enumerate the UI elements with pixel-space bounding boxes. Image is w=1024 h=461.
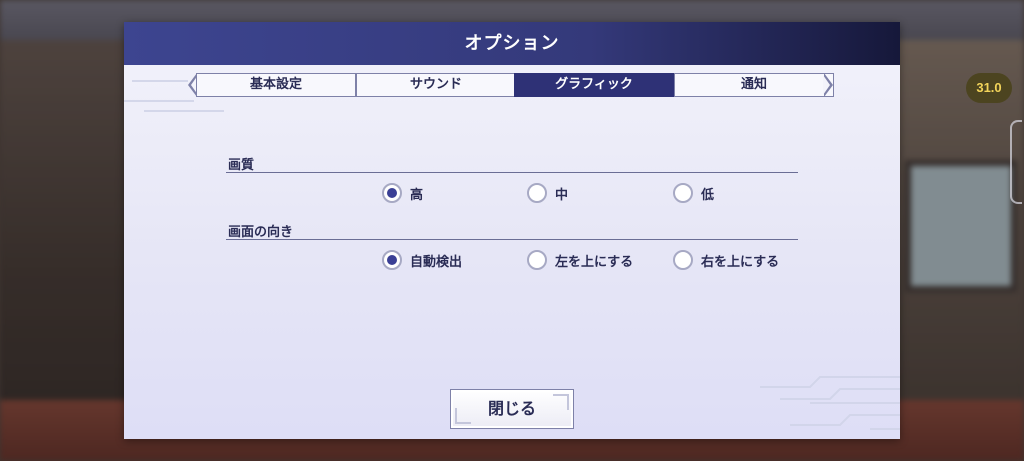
- tab-graphics[interactable]: グラフィック: [514, 73, 674, 97]
- radio-button[interactable]: [527, 183, 547, 203]
- button-corner-decoration: [553, 394, 569, 410]
- tab-right-arrow-icon[interactable]: [823, 73, 833, 97]
- decor-line: [132, 80, 188, 82]
- quality-label: 画質: [228, 158, 255, 173]
- close-button-label: 閉じる: [487, 399, 536, 418]
- radio-button[interactable]: [527, 250, 547, 270]
- dialog-title: オプション: [124, 22, 900, 65]
- option-label: 自動検出: [410, 255, 463, 270]
- tab-notifications[interactable]: 通知: [674, 73, 834, 97]
- radio-button[interactable]: [382, 183, 402, 203]
- close-button[interactable]: 閉じる: [450, 389, 574, 429]
- radio-button[interactable]: [382, 250, 402, 270]
- decor-line: [144, 110, 224, 112]
- decor-line: [124, 100, 194, 102]
- option-label: 中: [555, 188, 569, 203]
- fps-badge: 31.0: [966, 73, 1012, 103]
- tab-sound[interactable]: サウンド: [356, 73, 516, 97]
- side-panel-handle[interactable]: [1010, 120, 1022, 204]
- tab-bar: 基本設定 サウンド グラフィック 通知: [188, 73, 834, 97]
- options-dialog: オプション 基本設定 サウンド グラフィック 通知 画質 高 中 低 画面の向き…: [124, 22, 900, 439]
- option-label: 低: [701, 188, 715, 203]
- button-corner-decoration: [455, 408, 471, 424]
- section-divider: [226, 172, 798, 173]
- section-divider: [226, 239, 798, 240]
- tab-basic-settings[interactable]: 基本設定: [196, 73, 356, 97]
- circuit-decoration-icon: [760, 376, 900, 430]
- option-label: 左を上にする: [555, 255, 634, 270]
- option-label: 高: [410, 188, 424, 203]
- orientation-label: 画面の向き: [228, 225, 294, 240]
- radio-button[interactable]: [673, 183, 693, 203]
- option-label: 右を上にする: [701, 255, 780, 270]
- radio-button[interactable]: [673, 250, 693, 270]
